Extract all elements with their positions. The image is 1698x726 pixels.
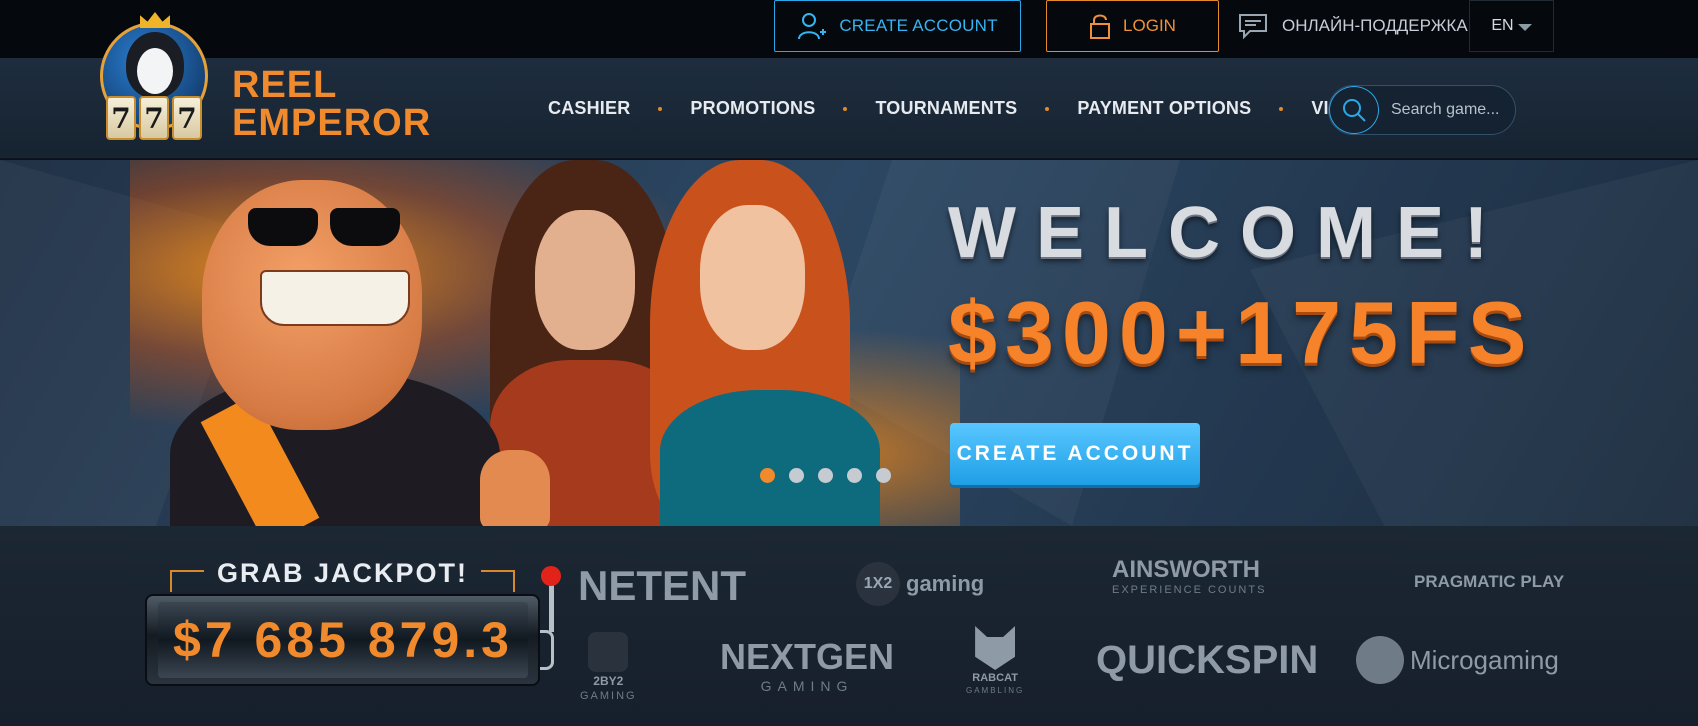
online-support-link[interactable]: ОНЛАЙН-ПОДДЕРЖКА [1238, 0, 1468, 52]
jackpot-counter: $7 685 879.3 [158, 602, 528, 678]
create-account-button[interactable]: CREATE ACCOUNT [774, 0, 1021, 52]
main-header: 7 7 7 REEL EMPEROR CASHIER PROMOTIONS TO… [0, 12, 1698, 159]
lever-knob [541, 566, 561, 586]
seven-reel: 7 [106, 96, 136, 140]
slider-dot[interactable] [847, 468, 862, 483]
jackpot-amount: $7 685 879.3 [173, 612, 513, 668]
slider-dot[interactable] [876, 468, 891, 483]
dice-icon [588, 632, 629, 672]
lever-icon [549, 580, 554, 632]
triple-seven-reels: 7 7 7 [106, 96, 202, 140]
provider-2by2-logo[interactable]: 2BY2 GAMING [580, 632, 637, 702]
nav-promotions[interactable]: PROMOTIONS [690, 98, 815, 119]
banner-create-account-button[interactable]: CREATE ACCOUNT [950, 423, 1200, 485]
provider-1x2gaming-logo[interactable]: 1X2 gaming [856, 562, 984, 606]
nav-separator [1045, 106, 1050, 111]
provider-2by2-tagline: GAMING [580, 690, 637, 702]
chat-icon [1239, 14, 1267, 40]
provider-netent-logo[interactable]: NETENT [578, 562, 746, 610]
slider-dot[interactable] [760, 468, 775, 483]
providers-section: GRAB JACKPOT! $7 685 879.3 NETENT 1X2 ga… [0, 526, 1698, 726]
nav-cashier[interactable]: CASHIER [548, 98, 630, 119]
provider-rabcat-tagline: GAMBLING [966, 686, 1025, 695]
banner-headline: WELCOME! [948, 193, 1508, 273]
login-button[interactable]: LOGIN [1046, 0, 1219, 52]
slider-dot[interactable] [789, 468, 804, 483]
create-account-label: CREATE ACCOUNT [839, 16, 998, 35]
provider-1x2gaming-name: gaming [906, 571, 985, 596]
seven-reel: 7 [139, 96, 169, 140]
sunglasses [248, 208, 408, 248]
provider-nextgen-name: NEXTGEN [720, 636, 895, 677]
thumbs-up [480, 450, 550, 526]
add-user-icon [798, 13, 827, 40]
provider-pragmatic-name: PRAGMATIC PLAY [1414, 572, 1565, 591]
provider-rabcat-logo[interactable]: RABCAT GAMBLING [966, 626, 1024, 695]
cat-icon [975, 626, 1016, 670]
slider-pagination [760, 468, 891, 483]
provider-quickspin-logo[interactable]: QUICKSPIN [1096, 638, 1318, 683]
hero-banner[interactable]: WELCOME! $300+175FS CREATE ACCOUNT [0, 160, 1698, 526]
lever-base [540, 630, 554, 670]
redhead-dress [660, 390, 880, 526]
nav-separator [1279, 106, 1284, 111]
search-icon [1343, 99, 1366, 122]
main-nav: CASHIER PROMOTIONS TOURNAMENTS PAYMENT O… [548, 58, 1341, 159]
provider-rabcat-name: RABCAT [972, 672, 1018, 684]
brand-line-2: EMPEROR [232, 102, 432, 144]
brand-line-1: REEL [232, 64, 338, 106]
search-box [1328, 85, 1516, 135]
logo[interactable]: 7 7 7 REEL EMPEROR [100, 8, 430, 158]
crown-icon [140, 12, 170, 28]
brunette-face [535, 210, 635, 350]
search-input[interactable] [1391, 86, 1511, 134]
banner-bonus: $300+175FS [948, 283, 1535, 382]
provider-nextgen-tagline: GAMING [760, 678, 854, 694]
provider-ainsworth-logo[interactable]: AINSWORTH EXPERIENCE COUNTS [1112, 556, 1266, 596]
provider-nextgen-logo[interactable]: NEXTGEN GAMING [720, 636, 894, 694]
redhead-face [700, 205, 805, 350]
nav-separator [658, 106, 663, 111]
seven-reel: 7 [172, 96, 202, 140]
language-selector[interactable]: EN [1469, 0, 1554, 52]
provider-2by2-name: 2BY2 [593, 674, 624, 688]
provider-netent-name: NETENT [578, 562, 746, 609]
slider-dot[interactable] [818, 468, 833, 483]
penguin-belly [137, 48, 173, 94]
microgaming-icon [1356, 636, 1404, 684]
search-button[interactable] [1329, 86, 1379, 134]
provider-pragmatic-logo[interactable]: PRAGMATIC PLAY [1414, 572, 1564, 592]
nav-payment-options[interactable]: PAYMENT OPTIONS [1077, 98, 1251, 119]
provider-ainsworth-name: AINSWORTH [1112, 556, 1260, 583]
jackpot-label: GRAB JACKPOT! [216, 558, 468, 588]
support-label: ОНЛАЙН-ПОДДЕРЖКА [1282, 16, 1468, 35]
provider-1x2-mark: 1X2 [856, 562, 900, 606]
language-value: EN [1491, 17, 1514, 34]
provider-microgaming-logo[interactable]: Microgaming [1356, 636, 1559, 684]
brand-name: REEL EMPEROR [232, 66, 431, 142]
provider-ainsworth-tagline: EXPERIENCE COUNTS [1112, 584, 1267, 596]
nav-tournaments[interactable]: TOURNAMENTS [875, 98, 1017, 119]
nav-separator [843, 106, 848, 111]
provider-microgaming-name: Microgaming [1410, 644, 1559, 675]
lock-icon [1090, 14, 1111, 39]
login-label: LOGIN [1123, 16, 1176, 35]
sunglasses-lens [248, 208, 318, 246]
sunglasses-lens [330, 208, 400, 246]
emperor-grin [260, 270, 410, 326]
chevron-down-icon [1517, 23, 1532, 31]
provider-quickspin-name: QUICKSPIN [1096, 638, 1319, 682]
